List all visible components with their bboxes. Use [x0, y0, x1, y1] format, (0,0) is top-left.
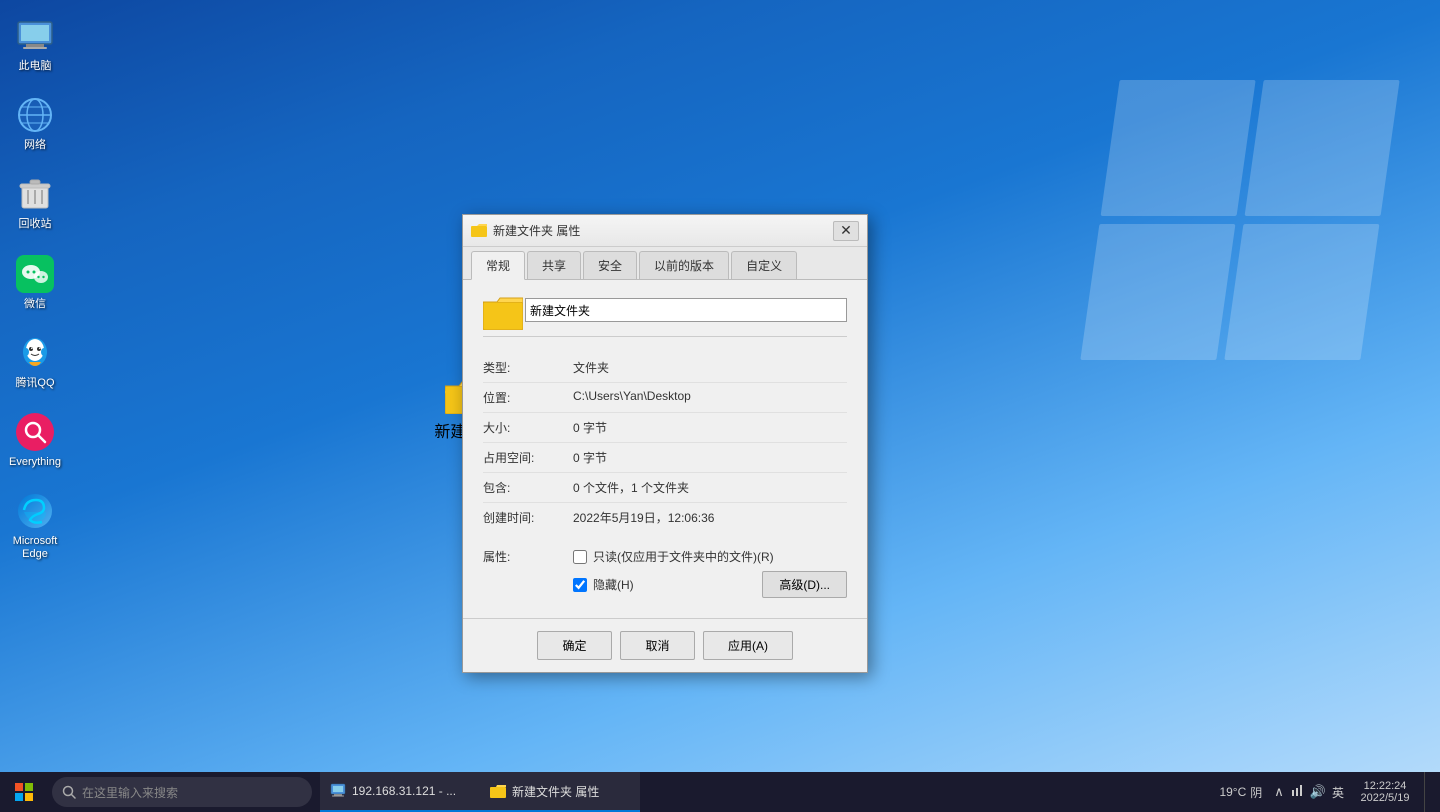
cancel-button[interactable]: 取消 [620, 631, 695, 660]
properties-list: 类型: 文件夹 位置: C:\Users\Yan\Desktop 大小: 0 字… [483, 353, 847, 532]
desktop-icon-edge[interactable]: MicrosoftEdge [0, 485, 70, 567]
tab-previous-versions[interactable]: 以前的版本 [639, 251, 729, 279]
prop-created: 创建时间: 2022年5月19日，12:06:36 [483, 503, 847, 532]
desktop-icon-everything[interactable]: Everything [0, 406, 70, 475]
readonly-checkbox[interactable] [573, 550, 587, 564]
prop-disksize-label: 占用空间: [483, 449, 573, 466]
weather-condition: 阴 [1250, 784, 1262, 801]
dialog-body: 类型: 文件夹 位置: C:\Users\Yan\Desktop 大小: 0 字… [463, 280, 867, 618]
apply-button[interactable]: 应用(A) [703, 631, 793, 660]
properties-dialog: 新建文件夹 属性 ✕ 常规 共享 安全 以前的版本 自定义 [462, 214, 868, 673]
taskbar-app-network-label: 192.168.31.121 - ... [352, 784, 456, 798]
clock-date: 2022/5/19 [1361, 792, 1410, 804]
start-button[interactable] [0, 772, 48, 812]
pc-icon-label: 此电脑 [19, 60, 52, 73]
prop-size: 大小: 0 字节 [483, 413, 847, 443]
network-tray-icon[interactable] [1288, 782, 1306, 803]
prop-type-label: 类型: [483, 359, 573, 376]
dialog-close-button[interactable]: ✕ [833, 221, 859, 241]
edge-icon [15, 491, 55, 531]
prop-contains: 包含: 0 个文件，1 个文件夹 [483, 473, 847, 503]
attr-row: 属性: 只读(仅应用于文件夹中的文件)(R) 隐藏(H) 高级(D)... [483, 544, 847, 602]
volume-tray-icon[interactable]: 🔊 [1308, 782, 1328, 802]
everything-icon [15, 412, 55, 452]
tab-security[interactable]: 安全 [583, 251, 637, 279]
language-tray-icon[interactable]: 英 [1330, 782, 1346, 803]
attr-checkboxes: 只读(仅应用于文件夹中的文件)(R) 隐藏(H) 高级(D)... [573, 548, 847, 598]
search-icon [62, 785, 76, 799]
readonly-attr-row: 只读(仅应用于文件夹中的文件)(R) [573, 548, 847, 565]
taskbar-sys-tray: 19°C 阴 ∧ 🔊 英 [1205, 772, 1440, 812]
system-clock[interactable]: 12:22:24 2022/5/19 [1350, 780, 1420, 804]
prop-created-label: 创建时间: [483, 509, 573, 526]
prop-type: 类型: 文件夹 [483, 353, 847, 383]
desktop-icon-recycle[interactable]: 回收站 [0, 168, 70, 237]
prop-size-label: 大小: [483, 419, 573, 436]
dialog-tabs: 常规 共享 安全 以前的版本 自定义 [463, 247, 867, 280]
qq-icon [15, 333, 55, 373]
prop-disksize: 占用空间: 0 字节 [483, 443, 847, 473]
edge-icon-label: MicrosoftEdge [13, 535, 58, 561]
dialog-title-text: 新建文件夹 属性 [493, 222, 827, 239]
desktop-icon-qq[interactable]: 腾讯QQ [0, 327, 70, 396]
recycle-icon-label: 回收站 [19, 218, 52, 231]
prop-location: 位置: C:\Users\Yan\Desktop [483, 383, 847, 413]
folder-icon-large [483, 296, 515, 324]
taskbar-apps: 192.168.31.121 - ... 新建文件夹 属性 [312, 772, 1205, 812]
folder-name-row [483, 296, 847, 337]
prop-contains-label: 包含: [483, 479, 573, 496]
search-placeholder: 在这里输入来搜索 [82, 784, 178, 801]
advanced-button[interactable]: 高级(D)... [762, 571, 847, 598]
everything-icon-label: Everything [9, 456, 61, 469]
network-icon-label: 网络 [24, 139, 46, 152]
desktop-icon-pc[interactable]: 此电脑 [0, 10, 70, 79]
network-icon [15, 95, 55, 135]
desktop: 此电脑 网络 [0, 0, 1440, 812]
wechat-icon [15, 254, 55, 294]
prop-disksize-value: 0 字节 [573, 449, 847, 466]
prop-type-value: 文件夹 [573, 359, 847, 376]
hidden-checkbox[interactable] [573, 578, 587, 592]
prop-location-value: C:\Users\Yan\Desktop [573, 389, 847, 403]
folder-name-input[interactable] [525, 298, 847, 322]
show-hidden-tray-icon[interactable]: ∧ [1272, 782, 1286, 802]
hidden-attr-row: 隐藏(H) [573, 576, 634, 593]
desktop-icons: 此电脑 网络 [0, 0, 70, 578]
weather-temp: 19°C [1219, 785, 1246, 799]
dialog-footer: 确定 取消 应用(A) [463, 618, 867, 672]
desktop-icon-wechat[interactable]: 微信 [0, 248, 70, 317]
pc-icon [15, 16, 55, 56]
taskbar-app-network-icon [330, 783, 346, 799]
prop-size-value: 0 字节 [573, 419, 847, 436]
hidden-label: 隐藏(H) [593, 576, 634, 593]
attr-label: 属性: [483, 548, 573, 565]
taskbar-search[interactable]: 在这里输入来搜索 [52, 777, 312, 807]
ok-button[interactable]: 确定 [537, 631, 612, 660]
show-desktop-button[interactable] [1424, 772, 1432, 812]
dialog-title-icon [471, 223, 487, 239]
weather-widget[interactable]: 19°C 阴 [1213, 784, 1268, 801]
taskbar-app-folder-label: 新建文件夹 属性 [512, 783, 599, 800]
tab-share[interactable]: 共享 [527, 251, 581, 279]
dialog-titlebar: 新建文件夹 属性 ✕ [463, 215, 867, 247]
taskbar: 在这里输入来搜索 192.168.31.121 - ... [0, 772, 1440, 812]
taskbar-app-folder-props[interactable]: 新建文件夹 属性 [480, 772, 640, 812]
clock-time: 12:22:24 [1364, 780, 1407, 792]
prop-location-label: 位置: [483, 389, 573, 406]
prop-contains-value: 0 个文件，1 个文件夹 [573, 479, 847, 496]
prop-created-value: 2022年5月19日，12:06:36 [573, 509, 847, 526]
taskbar-app-network[interactable]: 192.168.31.121 - ... [320, 772, 480, 812]
readonly-label: 只读(仅应用于文件夹中的文件)(R) [593, 548, 774, 565]
tab-general[interactable]: 常规 [471, 251, 525, 280]
taskbar-app-folder-icon [490, 784, 506, 798]
qq-icon-label: 腾讯QQ [15, 377, 54, 390]
recycle-icon [15, 174, 55, 214]
wechat-icon-label: 微信 [24, 298, 46, 311]
desktop-icon-network[interactable]: 网络 [0, 89, 70, 158]
tray-icons: ∧ 🔊 英 [1272, 782, 1346, 803]
tab-customize[interactable]: 自定义 [731, 251, 797, 279]
attributes-section: 属性: 只读(仅应用于文件夹中的文件)(R) 隐藏(H) 高级(D)... [483, 544, 847, 602]
windows-logo-watermark [1100, 80, 1380, 360]
